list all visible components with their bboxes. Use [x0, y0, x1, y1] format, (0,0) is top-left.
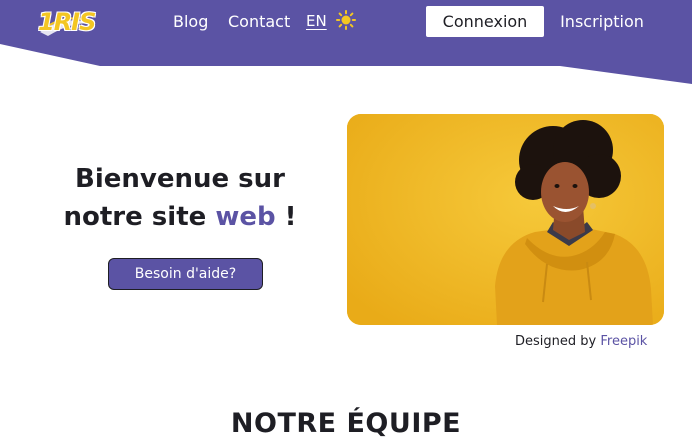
site-logo[interactable]: 1RIS [34, 6, 100, 40]
hero-photo [347, 114, 664, 325]
help-button[interactable]: Besoin d'aide? [108, 258, 263, 290]
language-switch[interactable]: EN [306, 12, 327, 32]
nav-link-contact[interactable]: Contact [228, 12, 290, 32]
hero-title-line1: Bienvenue sur [75, 164, 285, 194]
nav-link-blog[interactable]: Blog [173, 12, 208, 32]
team-title: NOTRE ÉQUIPE [230, 408, 462, 439]
credit-prefix: Designed by [515, 334, 601, 349]
hero-title-accent: web [215, 202, 276, 232]
hero-title: Bienvenue sur notre site web ! [50, 160, 310, 236]
login-button[interactable]: Connexion [426, 6, 544, 37]
hero-title-line2-start: notre site [63, 202, 216, 232]
signup-button[interactable]: Inscription [552, 6, 652, 37]
sun-icon[interactable] [336, 10, 356, 30]
logo-text: 1RIS [38, 8, 96, 36]
image-credit: Designed by Freepik [515, 334, 647, 349]
hero-title-line2-end: ! [275, 202, 297, 232]
freepik-link[interactable]: Freepik [600, 334, 647, 349]
